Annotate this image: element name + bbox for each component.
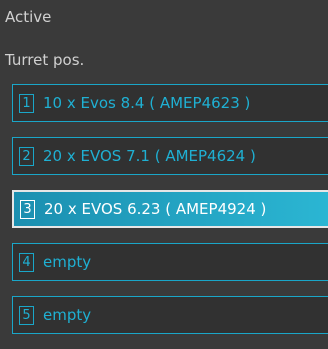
slot-number: 4 (19, 252, 34, 272)
turret-position-2[interactable]: 2 20 x EVOS 7.1 ( AMEP4624 ) (12, 137, 328, 175)
turret-position-list: 1 10 x Evos 8.4 ( AMEP4623 ) 2 20 x EVOS… (12, 84, 328, 349)
slot-number: 3 (20, 199, 35, 219)
slot-number: 2 (19, 146, 34, 166)
active-label: Active (5, 8, 52, 26)
turret-item-label: empty (43, 253, 92, 271)
turret-item-label: 10 x Evos 8.4 ( AMEP4623 ) (43, 94, 251, 112)
slot-number: 1 (19, 93, 34, 113)
turret-item-label: empty (43, 306, 92, 324)
turret-position-3[interactable]: 3 20 x EVOS 6.23 ( AMEP4924 ) (12, 190, 328, 228)
turret-position-1[interactable]: 1 10 x Evos 8.4 ( AMEP4623 ) (12, 84, 328, 122)
turret-item-label: 20 x EVOS 6.23 ( AMEP4924 ) (44, 200, 267, 218)
turret-position-4[interactable]: 4 empty (12, 243, 328, 281)
turret-pos-label: Turret pos. (5, 51, 85, 69)
turret-position-5[interactable]: 5 empty (12, 296, 328, 334)
turret-item-label: 20 x EVOS 7.1 ( AMEP4624 ) (43, 147, 256, 165)
slot-number: 5 (19, 305, 34, 325)
